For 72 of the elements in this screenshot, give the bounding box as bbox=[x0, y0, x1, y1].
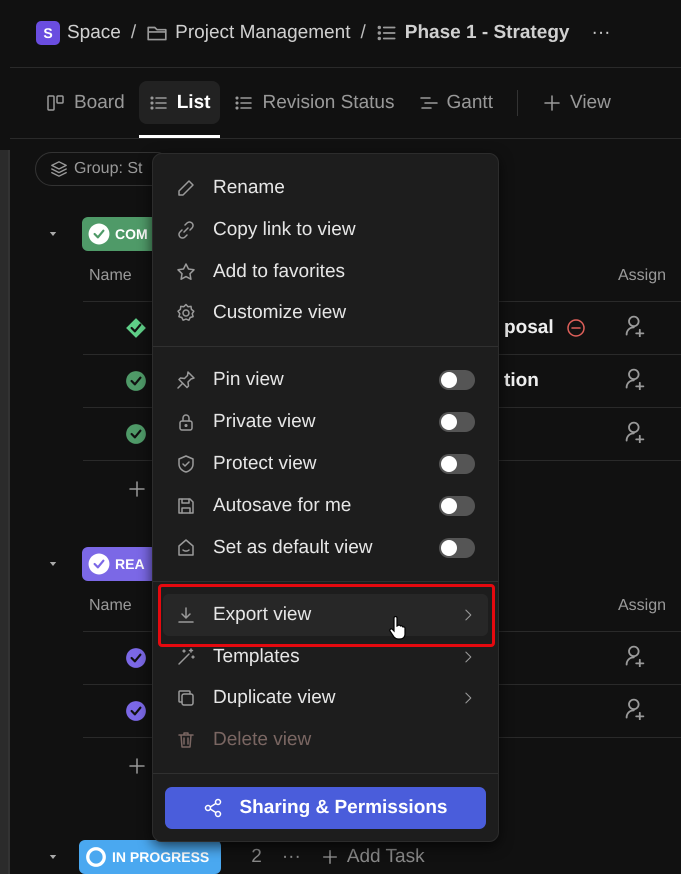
toggle-switch[interactable] bbox=[439, 496, 475, 516]
shield-icon bbox=[176, 454, 196, 474]
add-task-button[interactable]: Add Task bbox=[320, 846, 425, 868]
view-tab[interactable]: Board bbox=[36, 81, 135, 124]
more-button[interactable]: ··· bbox=[282, 846, 301, 868]
floppy-icon bbox=[176, 496, 196, 516]
add-task-icon bbox=[127, 478, 147, 498]
download-icon bbox=[176, 604, 196, 625]
pin-icon bbox=[176, 370, 196, 390]
add-task-icon bbox=[127, 756, 147, 776]
toggle-switch[interactable] bbox=[439, 412, 475, 432]
gear-icon bbox=[176, 303, 196, 324]
caret-icon bbox=[47, 853, 59, 861]
milestone-check-icon bbox=[125, 317, 147, 339]
check-circle-icon bbox=[88, 223, 110, 245]
menu-item[interactable]: Customize view bbox=[153, 292, 498, 334]
star-icon bbox=[176, 262, 196, 282]
menu-item[interactable]: Autosave for me bbox=[153, 484, 498, 527]
task-check-icon bbox=[125, 370, 147, 392]
link-icon bbox=[176, 220, 196, 240]
add-assignee-icon bbox=[623, 366, 647, 390]
breadcrumb-link[interactable]: Project Management bbox=[175, 22, 350, 44]
breadcrumb-separator: / bbox=[360, 22, 366, 44]
board-icon bbox=[46, 92, 66, 113]
add-assignee-icon bbox=[623, 313, 647, 337]
menu-item[interactable]: Add to favorites bbox=[153, 250, 498, 293]
task-check-icon bbox=[125, 700, 147, 722]
scrollbar[interactable] bbox=[0, 150, 10, 874]
menu-item[interactable]: Templates bbox=[153, 636, 498, 678]
plus-icon bbox=[320, 848, 339, 866]
add-view-button[interactable]: View bbox=[532, 81, 621, 124]
add-assignee-icon bbox=[623, 419, 647, 443]
home-icon bbox=[176, 538, 196, 558]
toggle-switch[interactable] bbox=[439, 538, 475, 558]
toggle-switch[interactable] bbox=[439, 370, 475, 390]
task-name[interactable]: posal bbox=[504, 317, 554, 339]
toggle-switch[interactable] bbox=[439, 454, 475, 474]
status-ring-icon bbox=[85, 846, 107, 868]
task-check-icon bbox=[125, 423, 147, 445]
column-header: Name bbox=[89, 267, 132, 284]
add-assignee-icon bbox=[623, 696, 647, 720]
copy-icon bbox=[176, 688, 196, 708]
caret-icon bbox=[47, 560, 59, 568]
check-circle-icon bbox=[88, 553, 110, 575]
breadcrumb-separator: / bbox=[130, 22, 136, 44]
share-icon bbox=[203, 798, 224, 818]
more-button[interactable]: ··· bbox=[592, 22, 610, 44]
menu-item[interactable]: Export view bbox=[163, 594, 488, 636]
task-name[interactable]: tion bbox=[504, 370, 539, 392]
sharing-permissions-button[interactable]: Sharing & Permissions bbox=[165, 787, 486, 829]
caret-icon bbox=[47, 230, 59, 238]
space-avatar: S bbox=[36, 21, 60, 46]
breadcrumb-link[interactable]: Phase 1 - Strategy bbox=[404, 22, 570, 44]
layers-icon bbox=[50, 160, 68, 178]
plus-icon bbox=[542, 92, 562, 113]
add-assignee-icon bbox=[623, 643, 647, 667]
hand-cursor-icon bbox=[389, 616, 407, 640]
column-header: Name bbox=[89, 597, 132, 614]
breadcrumb-link[interactable]: Space bbox=[67, 22, 121, 44]
menu-item[interactable]: Duplicate view bbox=[153, 677, 498, 720]
menu-item[interactable]: Private view bbox=[153, 401, 498, 444]
menu-item[interactable]: Pin view bbox=[153, 359, 498, 402]
menu-item[interactable]: Protect view bbox=[153, 443, 498, 485]
column-header: Assign bbox=[618, 267, 666, 284]
view-tab[interactable]: Gantt bbox=[408, 81, 503, 124]
task-count: 2 bbox=[251, 846, 262, 868]
task-check-icon bbox=[125, 647, 147, 669]
trash-icon bbox=[176, 730, 196, 750]
pencil-icon bbox=[176, 178, 196, 198]
column-header: Assign bbox=[618, 597, 666, 614]
magic-wand-icon bbox=[176, 646, 196, 667]
view-tab[interactable]: Revision Status bbox=[224, 81, 404, 124]
